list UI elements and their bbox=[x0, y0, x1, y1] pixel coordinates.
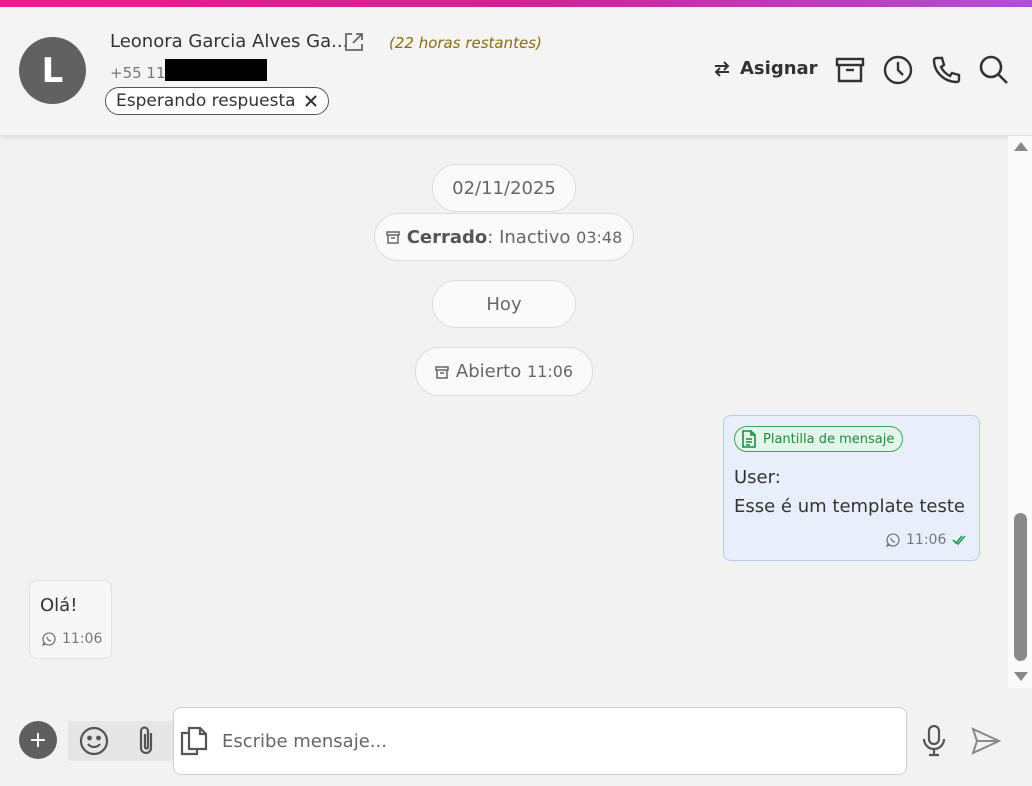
whatsapp-icon bbox=[886, 533, 900, 547]
message-time: 11:06 bbox=[62, 631, 103, 647]
search-icon[interactable] bbox=[978, 54, 1010, 86]
send-icon[interactable] bbox=[970, 725, 1002, 757]
assign-label: Asignar bbox=[740, 58, 818, 79]
scroll-down-arrow[interactable] bbox=[1014, 672, 1028, 681]
status-event-time: 11:06 bbox=[526, 362, 574, 381]
message-line: Olá! bbox=[40, 595, 78, 616]
message-input[interactable] bbox=[173, 707, 907, 775]
redacted-block bbox=[165, 59, 267, 81]
status-event-text: : Inactivo bbox=[487, 226, 571, 248]
copy-icon[interactable] bbox=[178, 724, 210, 758]
template-badge: Plantilla de mensaje bbox=[734, 426, 904, 452]
contact-name[interactable]: Leonora Garcia Alves Ga... bbox=[110, 31, 348, 52]
date-separator-label: 02/11/2025 bbox=[452, 177, 556, 199]
message-time: 11:06 bbox=[906, 532, 947, 548]
attachment-icon[interactable] bbox=[132, 724, 160, 758]
microphone-icon[interactable] bbox=[920, 724, 948, 758]
clock-icon[interactable] bbox=[882, 54, 914, 86]
add-button[interactable]: + bbox=[19, 721, 57, 759]
archive-icon[interactable] bbox=[834, 54, 866, 86]
status-chip-label: Esperando respuesta bbox=[116, 91, 296, 111]
whatsapp-icon bbox=[42, 632, 56, 646]
outgoing-message[interactable]: Plantilla de mensaje User: Esse é um tem… bbox=[723, 415, 980, 561]
status-event-closed: Cerrado : Inactivo 03:48 bbox=[374, 213, 634, 261]
accent-bar bbox=[0, 0, 1032, 7]
date-separator: Hoy bbox=[432, 280, 576, 328]
message-line: User: bbox=[734, 467, 781, 488]
date-separator: 02/11/2025 bbox=[432, 164, 576, 212]
message-meta: 11:06 bbox=[886, 532, 966, 548]
scrollbar-thumb[interactable] bbox=[1014, 513, 1027, 661]
contact-phone: +55 11 bbox=[110, 64, 166, 82]
status-chip: Esperando respuesta bbox=[105, 87, 329, 115]
message-line: Esse é um template teste bbox=[734, 496, 966, 517]
archive-icon bbox=[385, 231, 400, 244]
avatar[interactable]: L bbox=[19, 37, 86, 104]
assign-button[interactable]: Asignar bbox=[712, 58, 818, 79]
swap-icon bbox=[714, 60, 730, 77]
status-event-open: Abierto 11:06 bbox=[415, 347, 593, 396]
incoming-message[interactable]: Olá! 11:06 bbox=[29, 580, 112, 659]
time-remaining: (22 horas restantes) bbox=[389, 34, 542, 52]
template-badge-label: Plantilla de mensaje bbox=[763, 431, 895, 447]
emoji-icon[interactable] bbox=[78, 725, 110, 757]
scroll-up-arrow[interactable] bbox=[1014, 142, 1028, 151]
double-check-icon bbox=[952, 535, 966, 546]
date-separator-label: Hoy bbox=[486, 293, 522, 315]
message-meta: 11:06 bbox=[42, 631, 102, 647]
status-event-text: Abierto bbox=[455, 361, 522, 382]
document-icon bbox=[742, 430, 756, 448]
archive-icon bbox=[435, 365, 449, 379]
status-event-time: 03:48 bbox=[576, 227, 623, 247]
close-icon[interactable] bbox=[304, 94, 318, 108]
status-event-bold: Cerrado bbox=[406, 226, 488, 248]
phone-icon[interactable] bbox=[930, 54, 962, 86]
conversation-header: L Leonora Garcia Alves Ga... (22 horas r… bbox=[0, 7, 1032, 136]
external-link-icon[interactable] bbox=[343, 31, 365, 53]
